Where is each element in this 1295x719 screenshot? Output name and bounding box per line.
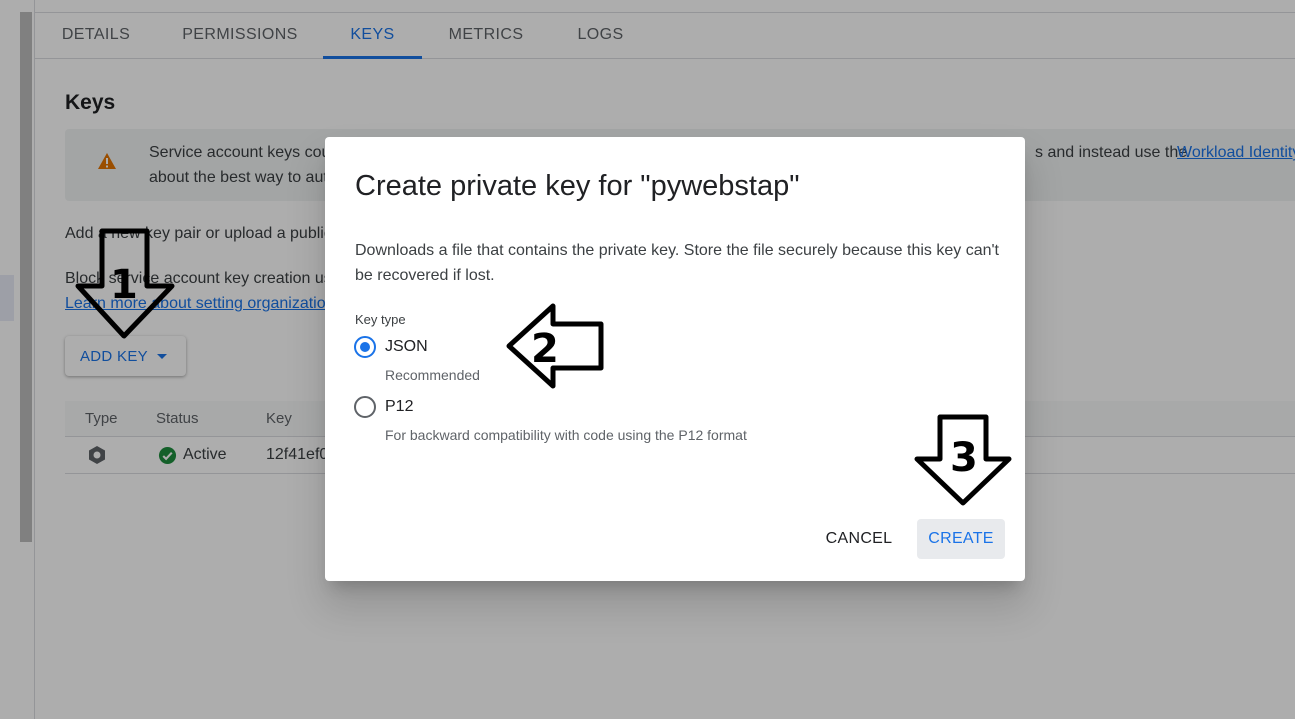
annotation-number-3: 3 [950,435,978,481]
dialog-description: Downloads a file that contains the priva… [355,242,999,284]
radio-json-hint: Recommended [385,367,480,383]
annotation-number-1: 1 [110,262,138,308]
create-button[interactable]: CREATE [917,519,1005,559]
radio-json-label[interactable]: JSON [385,338,428,356]
annotation-arrow-3: 3 [914,414,1012,506]
key-type-label: Key type [355,312,406,327]
cancel-button[interactable]: CANCEL [818,519,900,559]
dialog-title: Create private key for "pywebstap" [355,170,800,202]
radio-p12-label[interactable]: P12 [385,398,413,416]
annotation-arrow-2: 2 [506,303,604,389]
annotation-number-2: 2 [531,326,559,372]
radio-p12[interactable] [354,396,376,418]
create-private-key-dialog: Create private key for "pywebstap" Downl… [325,137,1025,581]
radio-json[interactable] [354,336,376,358]
annotation-arrow-1: 1 [75,228,175,339]
radio-p12-hint: For backward compatibility with code usi… [385,427,747,443]
